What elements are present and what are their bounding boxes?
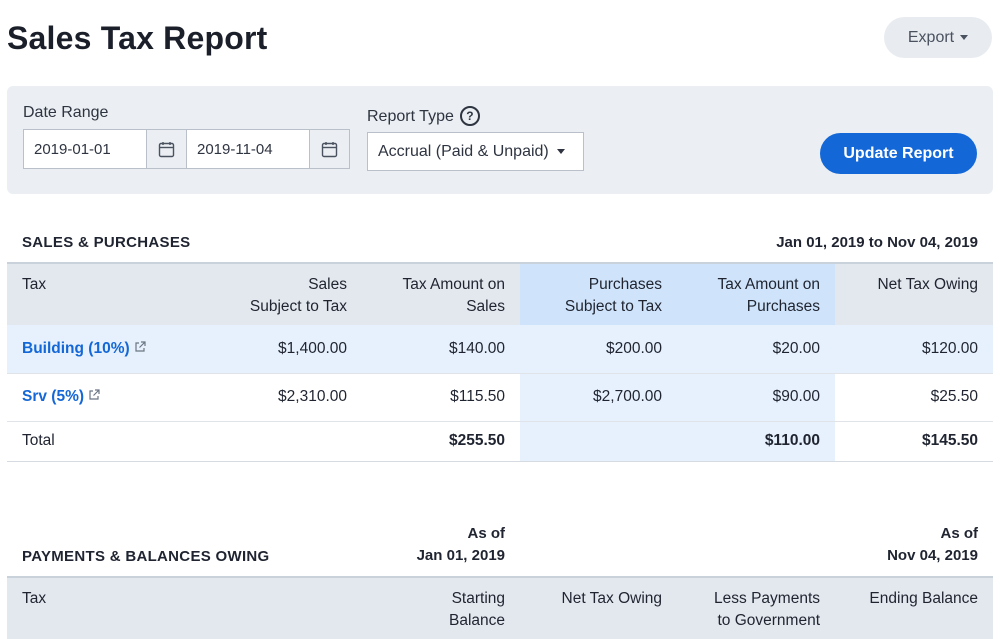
report-type-label-wrap: Report Type?	[367, 106, 480, 127]
end-date-input[interactable]	[187, 139, 309, 159]
sales-purchases-heading: SALES & PURCHASES	[22, 234, 191, 251]
table-row: Building (10%) $1,400.00 $140.00 $200.00…	[7, 325, 993, 374]
total-tax-purchases: $110.00	[677, 421, 835, 462]
start-date-field	[23, 129, 187, 169]
cell-sales: $2,310.00	[189, 373, 362, 422]
external-link-icon[interactable]	[134, 341, 146, 353]
start-date-input[interactable]	[24, 139, 146, 159]
report-type-label: Report Type	[367, 108, 454, 126]
cell-tax-sales: $115.50	[362, 373, 520, 422]
date-range-label: Date Range	[23, 104, 109, 121]
payments-balances-heading: PAYMENTS & BALANCES OWING	[22, 548, 270, 565]
caret-down-icon	[556, 149, 565, 154]
tax-link-srv[interactable]: Srv (5%)	[22, 388, 84, 405]
external-link-icon[interactable]	[88, 389, 100, 401]
asof-end: As of Nov 04, 2019	[887, 525, 978, 564]
cell-tax-purchases: $20.00	[677, 325, 835, 374]
col-tax: Tax	[7, 576, 189, 639]
col-sales-subject: Sales Subject to Tax	[189, 262, 362, 325]
export-button[interactable]: Export	[884, 17, 992, 58]
calendar-icon	[321, 141, 338, 157]
col-ending-balance: Ending Balance	[835, 576, 994, 639]
caret-down-icon	[960, 35, 969, 40]
date-range-group	[23, 129, 350, 169]
cell-tax-sales: $140.00	[362, 325, 520, 374]
col-tax: Tax	[7, 262, 189, 325]
tax-link-building[interactable]: Building (10%)	[22, 340, 130, 357]
update-report-button[interactable]: Update Report	[820, 133, 977, 174]
cell-sales: $1,400.00	[189, 325, 362, 374]
table-total-row: Total $255.50 $110.00 $145.50	[7, 421, 993, 462]
payments-balances-table: Tax Starting Balance Net Tax Owing Less P…	[7, 576, 994, 639]
report-type-select[interactable]: Accrual (Paid & Unpaid)	[367, 132, 584, 171]
col-starting-balance: Starting Balance	[189, 576, 521, 639]
total-tax-sales: $255.50	[362, 421, 520, 462]
end-date-field	[187, 129, 350, 169]
col-less-payments: Less Payments to Government	[677, 576, 836, 639]
cell-net: $120.00	[835, 325, 993, 374]
col-purchases-subject: Purchases Subject to Tax	[520, 262, 677, 325]
export-label: Export	[907, 28, 955, 46]
help-icon[interactable]: ?	[459, 106, 480, 126]
report-type-value: Accrual (Paid & Unpaid)	[378, 142, 549, 160]
end-date-calendar-button[interactable]	[309, 130, 349, 168]
cell-net: $25.50	[835, 373, 993, 422]
total-label: Total	[7, 421, 189, 462]
cell-tax-purchases: $90.00	[677, 373, 835, 422]
col-tax-on-purchases: Tax Amount on Purchases	[677, 262, 835, 325]
col-net-tax-owing: Net Tax Owing	[835, 262, 993, 325]
calendar-icon	[158, 141, 175, 157]
asof-start: As of Jan 01, 2019	[416, 525, 505, 564]
table-row: Srv (5%) $2,310.00 $115.50 $2,700.00 $90…	[7, 373, 993, 422]
col-tax-on-sales: Tax Amount on Sales	[362, 262, 520, 325]
cell-purchases: $2,700.00	[520, 373, 677, 422]
col-net-tax-owing: Net Tax Owing	[520, 576, 678, 639]
filter-panel: Date Range 2019-01-01 2019-11-04 Report …	[7, 86, 993, 194]
start-date-calendar-button[interactable]	[146, 130, 186, 168]
page-title: Sales Tax Report	[7, 20, 268, 56]
sales-purchases-range: Jan 01, 2019 to Nov 04, 2019	[776, 234, 978, 251]
sales-purchases-table: Tax Sales Subject to Tax Tax Amount on Sal…	[7, 262, 993, 462]
total-net: $145.50	[835, 421, 993, 462]
cell-purchases: $200.00	[520, 325, 677, 374]
table-header-row: Tax Sales Subject to Tax Tax Amount on Sal…	[7, 262, 993, 325]
table-header-row: Tax Starting Balance Net Tax Owing Less P…	[7, 576, 994, 639]
